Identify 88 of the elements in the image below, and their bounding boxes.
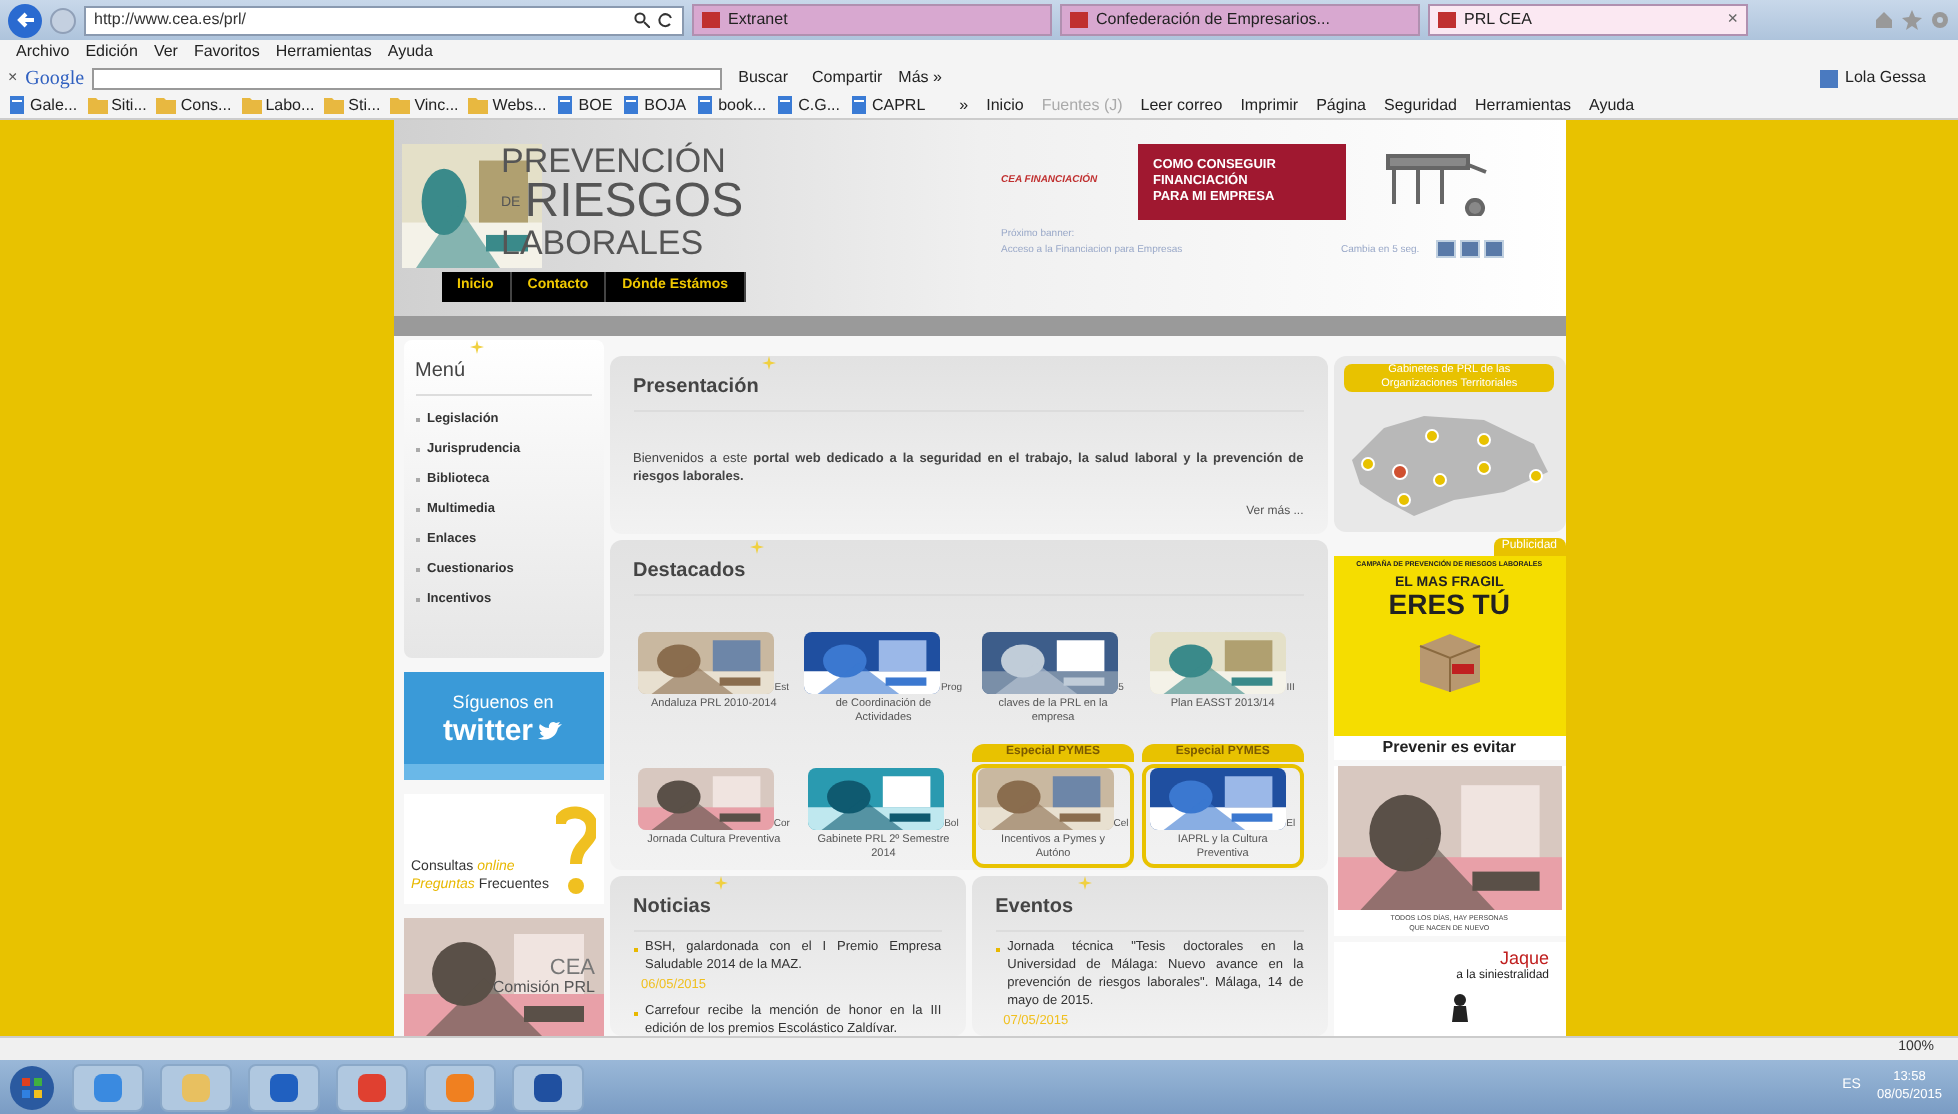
menu-item[interactable]: Edición [85, 40, 138, 64]
back-arrow-icon [15, 10, 35, 30]
commission-text: Comisión PRL [492, 979, 595, 996]
favorite-link[interactable]: CAPRL [849, 93, 926, 117]
menu-item[interactable]: Ayuda [387, 40, 433, 64]
favorite-link[interactable]: BOE [556, 93, 613, 117]
browser-tab[interactable]: Confederación de Empresarios... [1060, 4, 1420, 36]
back-button[interactable] [8, 3, 42, 37]
chess-piece-icon [1449, 993, 1469, 1022]
sparkle-icon [469, 340, 484, 354]
command-button[interactable]: Ayuda [1589, 93, 1635, 117]
command-button[interactable]: Seguridad [1384, 93, 1457, 117]
search-icon [634, 12, 650, 28]
browser-tab[interactable]: Extranet [692, 4, 1052, 36]
banner-control-button[interactable] [1435, 240, 1456, 258]
command-button[interactable]: Leer correo [1140, 93, 1223, 117]
command-button[interactable]: Herramientas [1475, 93, 1572, 117]
refresh-icon [658, 12, 674, 28]
folder-icon [468, 96, 489, 114]
ad-slogan: Prevenir es evitar [1333, 736, 1565, 761]
banner-control-button[interactable] [1483, 240, 1504, 258]
logo-text: LABORALES [501, 226, 706, 260]
forward-button[interactable] [50, 7, 76, 33]
taskbar-app-icon[interactable] [248, 1063, 320, 1111]
twitter-text: Síguenos en [452, 689, 554, 716]
settings-icon[interactable] [1930, 10, 1950, 30]
close-tab-button[interactable]: × [1727, 6, 1738, 34]
jaque-title: Jaque [1499, 949, 1549, 968]
menu-title: Menú [415, 358, 466, 386]
section-title: Noticias [633, 894, 711, 922]
menu-item[interactable]: Herramientas [275, 40, 372, 64]
taskbar-app-icon[interactable] [512, 1063, 584, 1111]
favorite-link[interactable]: Labo... [241, 93, 315, 117]
toolbar-button[interactable]: Compartir [804, 66, 891, 90]
question-mark-icon [555, 803, 595, 896]
menu-item[interactable]: Archivo [16, 40, 70, 64]
menu-item[interactable]: Ver [153, 40, 178, 64]
user-name[interactable]: Lola Gessa [1845, 66, 1926, 90]
taskbar-app-icon[interactable] [72, 1063, 144, 1111]
bird-icon [537, 720, 563, 743]
sparkle-icon [714, 876, 729, 890]
folder-icon [241, 96, 262, 114]
favorite-link[interactable]: Gale... [8, 93, 78, 117]
ad-text: ERES TÚ [1388, 589, 1510, 618]
folder-icon [390, 96, 411, 114]
google-logo: Google [25, 65, 85, 93]
commission-text: CEA [549, 957, 595, 980]
home-icon[interactable] [1874, 10, 1894, 30]
folder-icon [324, 96, 345, 114]
close-toolbar-button[interactable]: × [8, 66, 18, 90]
browser-tab[interactable]: PRL CEA × [1428, 4, 1748, 36]
taskbar-app-icon[interactable] [336, 1063, 408, 1111]
folder-icon [156, 96, 177, 114]
search-field[interactable] [92, 67, 723, 89]
favorite-link[interactable]: BOJA [622, 93, 687, 117]
star-icon[interactable] [1902, 10, 1922, 30]
user-icon [1819, 69, 1838, 87]
banner-control-button[interactable] [1459, 240, 1480, 258]
favorite-link[interactable]: Siti... [87, 93, 147, 117]
address-field[interactable]: http://www.cea.es/prl/ [84, 5, 684, 35]
section-title: Destacados [633, 558, 746, 587]
command-button[interactable]: Página [1316, 93, 1367, 117]
command-button[interactable]: Imprimir [1240, 93, 1299, 117]
logo-text: RIESGOS [524, 178, 744, 226]
more-button[interactable]: Más » [898, 66, 942, 90]
site-icon [702, 12, 720, 28]
sparkle-icon [749, 540, 764, 555]
favorite-link[interactable]: book... [696, 93, 767, 117]
command-button[interactable]: Inicio [986, 93, 1024, 117]
folder-icon [87, 96, 108, 114]
section-title: Presentación [633, 374, 759, 402]
commission-banner[interactable]: CEA Comisión PRL [403, 917, 603, 1036]
site-icon [1438, 12, 1456, 28]
twitter-logo-text: twitter [443, 716, 533, 747]
favorite-link[interactable]: Vinc... [390, 93, 459, 117]
start-icon[interactable] [8, 1063, 56, 1111]
favorite-link[interactable]: Cons... [156, 93, 232, 117]
logo-text: PREVENCIÓN [501, 144, 728, 178]
favorite-link[interactable]: Sti... [324, 93, 381, 117]
favorite-link[interactable]: C.G... [776, 93, 840, 117]
menu-item[interactable]: Favoritos [193, 40, 260, 64]
more-favorites[interactable]: » [959, 93, 969, 117]
sparkle-icon [1077, 876, 1092, 890]
sparkle-icon [762, 356, 777, 370]
toolbar-button[interactable]: Buscar [730, 66, 797, 90]
site-icon [1070, 12, 1088, 28]
section-title: Eventos [995, 894, 1074, 922]
favorite-link[interactable]: Webs... [468, 93, 547, 117]
